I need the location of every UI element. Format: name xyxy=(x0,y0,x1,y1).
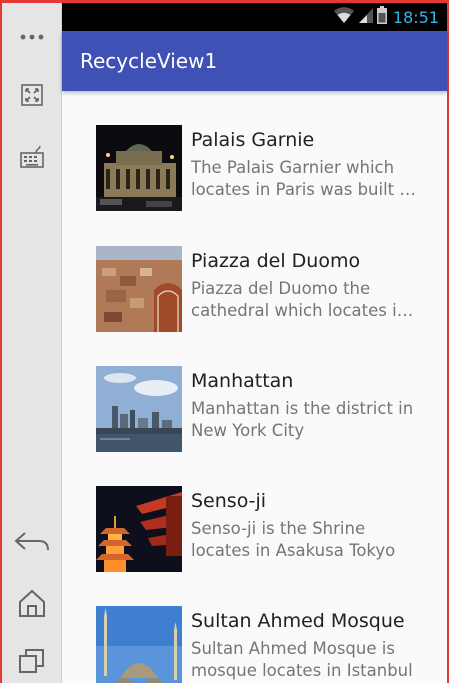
item-title: Palais Garnie xyxy=(191,129,315,151)
senso-ji-photo xyxy=(96,486,182,572)
app-bar: RecycleView1 xyxy=(62,31,447,91)
cellular-signal-icon xyxy=(358,6,374,29)
keyboard-icon xyxy=(19,145,45,169)
more-icon xyxy=(19,33,45,41)
item-description: Senso-ji is the Shrine locates in Asakus… xyxy=(191,519,396,560)
battery-icon xyxy=(376,5,387,29)
more-options-button[interactable] xyxy=(2,15,62,59)
item-title: Manhattan xyxy=(191,370,294,392)
palais-garnier-photo xyxy=(96,125,182,211)
status-bar: 18:51 xyxy=(62,3,447,31)
fullscreen-button[interactable] xyxy=(2,73,62,117)
emulator-sidebar xyxy=(2,3,62,683)
list-item[interactable]: Palais Garnie The Palais Garnier which l… xyxy=(62,125,447,225)
item-description: Piazza del Duomo the cathedral which loc… xyxy=(191,279,408,320)
sultan-ahmed-mosque-photo xyxy=(96,606,182,683)
list-item[interactable]: Piazza del Duomo Piazza del Duomo the ca… xyxy=(62,246,447,346)
recycler-list[interactable]: Palais Garnie The Palais Garnier which l… xyxy=(62,91,447,683)
list-item[interactable]: Manhattan Manhattan is the district in N… xyxy=(62,366,447,466)
manhattan-photo xyxy=(96,366,182,452)
list-item[interactable]: Senso-ji Senso-ji is the Shrine locates … xyxy=(62,486,447,586)
item-title: Sultan Ahmed Mosque xyxy=(191,610,405,632)
home-button[interactable] xyxy=(2,581,62,625)
item-description: The Palais Garnier which locates in Pari… xyxy=(191,158,415,199)
recent-apps-button[interactable] xyxy=(2,639,62,683)
status-time: 18:51 xyxy=(392,7,439,27)
fullscreen-icon xyxy=(20,83,44,107)
back-icon xyxy=(13,530,51,554)
list-item[interactable]: Sultan Ahmed Mosque Sultan Ahmed Mosque … xyxy=(62,606,447,683)
home-icon xyxy=(17,588,47,618)
item-title: Piazza del Duomo xyxy=(191,250,361,272)
wifi-icon xyxy=(333,6,355,29)
keyboard-button[interactable] xyxy=(2,135,62,179)
item-title: Senso-ji xyxy=(191,490,267,512)
item-description: Manhattan is the district in New York Ci… xyxy=(191,399,414,440)
piazza-del-duomo-photo xyxy=(96,246,182,332)
item-description: Sultan Ahmed Mosque is mosque locates in… xyxy=(191,639,413,680)
back-button[interactable] xyxy=(2,520,62,564)
recent-apps-icon xyxy=(18,647,46,675)
app-title: RecycleView1 xyxy=(80,49,218,73)
